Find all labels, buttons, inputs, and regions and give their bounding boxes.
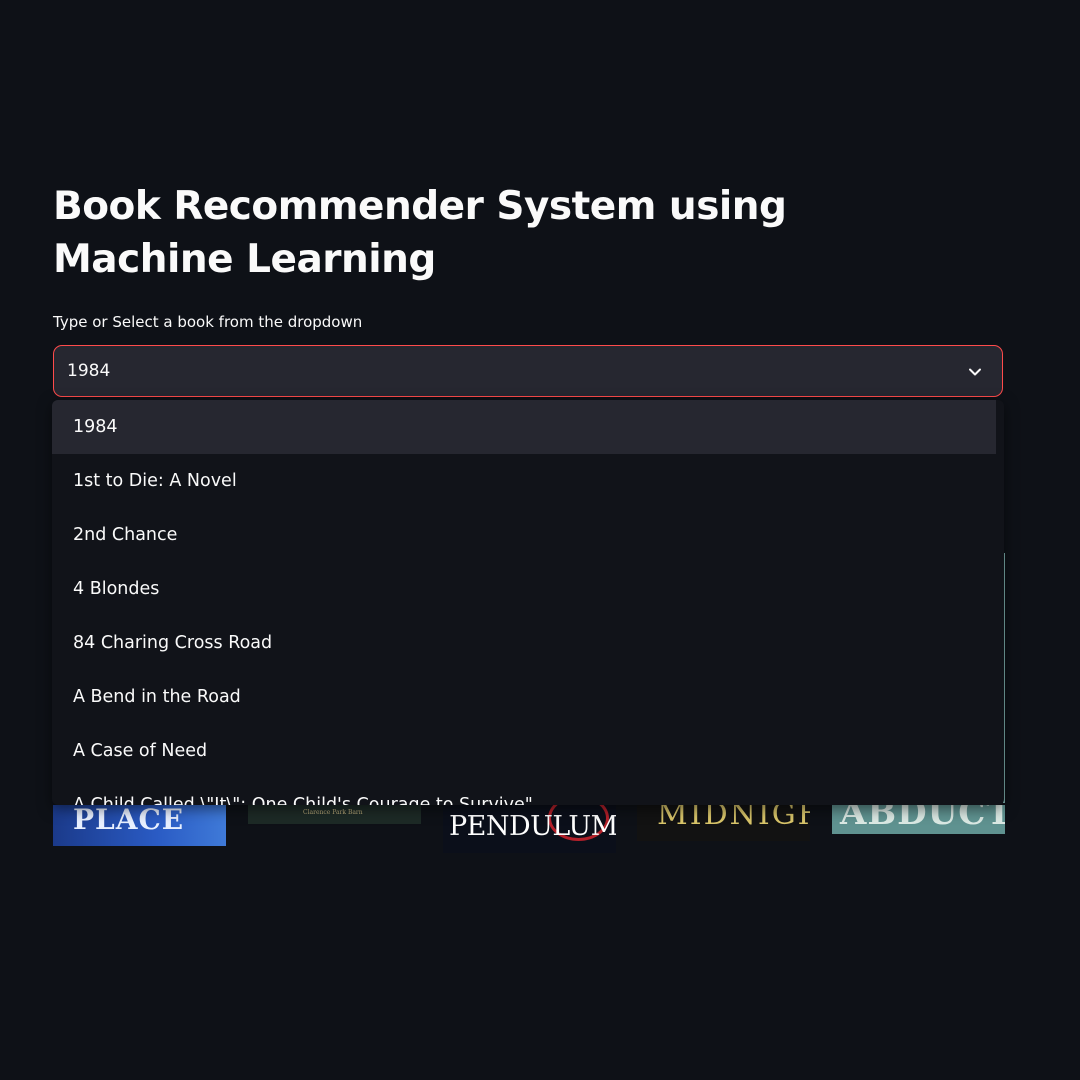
dropdown-option[interactable]: 1984 xyxy=(52,400,996,454)
cover-title: PLACE xyxy=(73,805,185,836)
dropdown-option[interactable]: A Case of Need xyxy=(52,724,1004,778)
app-page: Book Recommender System using Machine Le… xyxy=(0,0,1080,1080)
select-value: 1984 xyxy=(67,361,111,381)
book-cover: PENDULUM xyxy=(443,805,616,853)
dropdown-menu[interactable]: 1984 1st to Die: A Novel 2nd Chance 4 Bl… xyxy=(52,400,1004,805)
dropdown-option[interactable]: 84 Charing Cross Road xyxy=(52,616,1004,670)
book-cover: Clarence Park Barn xyxy=(248,805,421,824)
book-cover: PLACE xyxy=(53,805,226,846)
book-cover: ABDUCTION xyxy=(832,805,1005,834)
cover-title: PENDULUM xyxy=(449,811,616,842)
recommendation-covers: PLACE Clarence Park Barn PENDULUM MIDNIG… xyxy=(0,800,1080,860)
cover-title: MIDNIGHT xyxy=(657,805,810,832)
chevron-down-icon[interactable] xyxy=(966,363,984,381)
dropdown-option[interactable]: 1st to Die: A Novel xyxy=(52,454,1004,508)
dropdown-option[interactable]: 2nd Chance xyxy=(52,508,1004,562)
book-select[interactable]: 1984 xyxy=(53,345,1003,397)
dropdown-option-partial[interactable]: A Child Called \"It\": One Child's Coura… xyxy=(73,790,533,805)
dropdown-option[interactable]: 4 Blondes xyxy=(52,562,1004,616)
cover-title: ABDUCTION xyxy=(840,805,1005,833)
book-cover: MIDNIGHT xyxy=(637,805,810,841)
dropdown-option[interactable]: A Bend in the Road xyxy=(52,670,1004,724)
cover-title: Clarence Park Barn xyxy=(303,809,363,816)
select-label: Type or Select a book from the dropdown xyxy=(53,313,363,331)
page-title: Book Recommender System using Machine Le… xyxy=(53,184,787,282)
